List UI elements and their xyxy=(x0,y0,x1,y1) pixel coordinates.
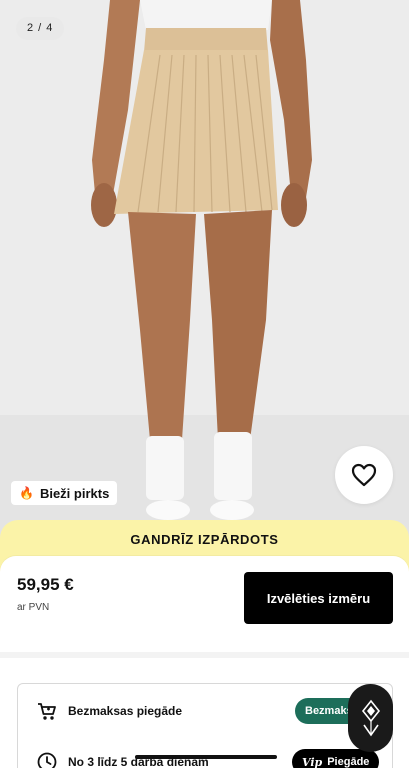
fire-icon: 🔥 xyxy=(19,486,34,500)
wishlist-button[interactable] xyxy=(335,446,393,504)
image-counter: 2 / 4 xyxy=(16,17,65,40)
vip-label: Vip xyxy=(302,755,323,768)
select-size-button[interactable]: Izvēlēties izmēru xyxy=(244,572,393,624)
vip-delivery-label: Piegāde xyxy=(327,756,370,768)
popular-badge-label: Bieži pirkts xyxy=(39,485,110,501)
section-divider xyxy=(0,652,409,658)
vat-note: ar PVN xyxy=(17,602,50,613)
price-card: 59,95 € ar PVN Izvēlēties izmēru xyxy=(0,556,409,660)
popular-badge: 🔥 Bieži pirkts xyxy=(11,481,118,505)
heart-icon xyxy=(351,463,377,487)
delivery-row-free: Bezmaksas piegāde Bezmaksas xyxy=(18,685,392,737)
price: 59,95 € xyxy=(17,575,74,594)
home-indicator xyxy=(135,755,277,759)
cart-icon xyxy=(38,703,56,720)
vip-delivery-pill[interactable]: Vip Piegāde xyxy=(292,749,380,768)
banner-text: GANDRĪZ IZPĀRDOTS xyxy=(130,532,279,547)
delivery-row-free-label: Bezmaksas piegāde xyxy=(68,704,183,718)
assistant-button[interactable] xyxy=(348,684,393,752)
delivery-row-time: No 3 līdz 5 darba dienām Vip Piegāde xyxy=(18,736,392,768)
assistant-logo-icon xyxy=(361,699,380,737)
clock-icon xyxy=(37,752,57,768)
